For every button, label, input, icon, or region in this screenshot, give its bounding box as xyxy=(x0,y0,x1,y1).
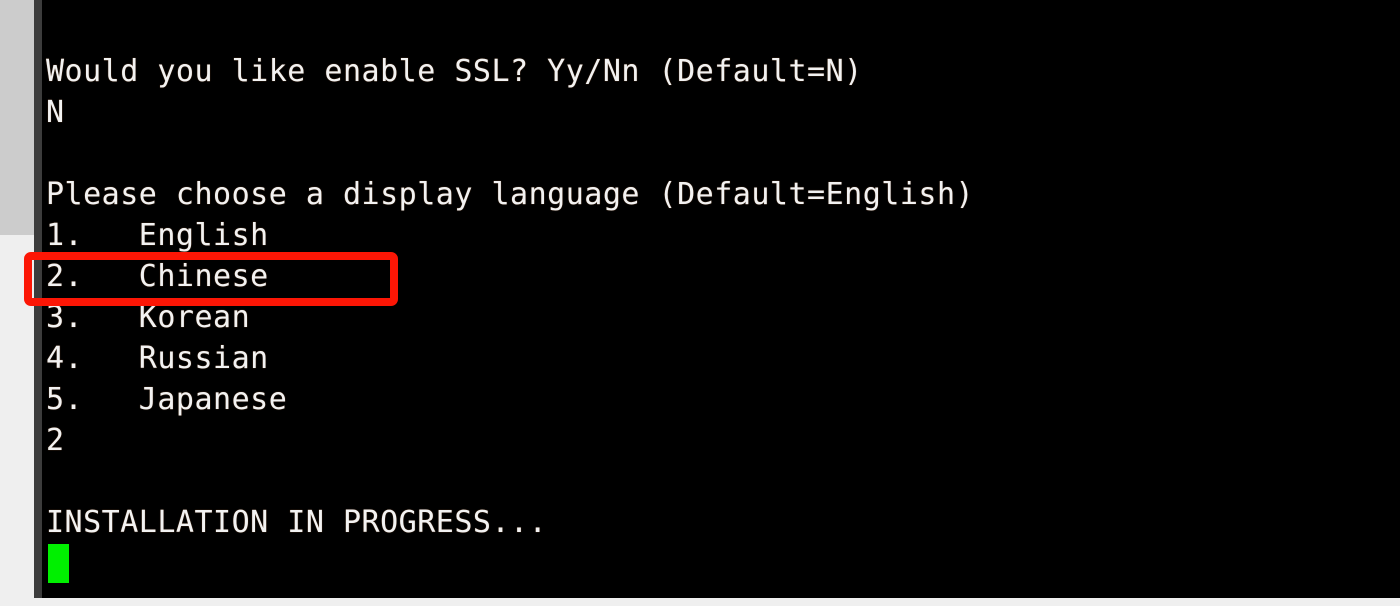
terminal-line-language-question: Please choose a display language (Defaul… xyxy=(46,177,975,212)
menu-item-chinese[interactable]: 2. Chinese xyxy=(46,256,1396,297)
menu-item-japanese[interactable]: 5. Japanese xyxy=(46,379,1396,420)
menu-item-english[interactable]: 1. English xyxy=(46,215,1396,256)
terminal-line-ssl-question: Would you like enable SSL? Yy/Nn (Defaul… xyxy=(46,54,863,89)
terminal-line-language-answer: 2 xyxy=(46,423,65,458)
terminal-output-area[interactable]: Would you like enable SSL? Yy/Nn (Defaul… xyxy=(42,0,1400,598)
scrollbar-track[interactable] xyxy=(0,0,34,606)
terminal-cursor-row xyxy=(46,543,1396,584)
menu-item-russian[interactable]: 4. Russian xyxy=(46,338,1396,379)
terminal-line-ssl-answer: N xyxy=(46,95,65,130)
terminal-cursor-block[interactable] xyxy=(48,544,69,583)
terminal-text-block: Would you like enable SSL? Yy/Nn (Defaul… xyxy=(46,51,1396,584)
console-screenshot: Would you like enable SSL? Yy/Nn (Defaul… xyxy=(0,0,1400,606)
menu-item-korean[interactable]: 3. Korean xyxy=(46,297,1396,338)
terminal-line-status: INSTALLATION IN PROGRESS... xyxy=(46,505,548,540)
scrollbar-thumb[interactable] xyxy=(0,0,34,235)
terminal-line-blank-2 xyxy=(46,461,1396,502)
terminal-left-border xyxy=(34,0,42,598)
terminal-line-blank-1 xyxy=(46,133,1396,174)
